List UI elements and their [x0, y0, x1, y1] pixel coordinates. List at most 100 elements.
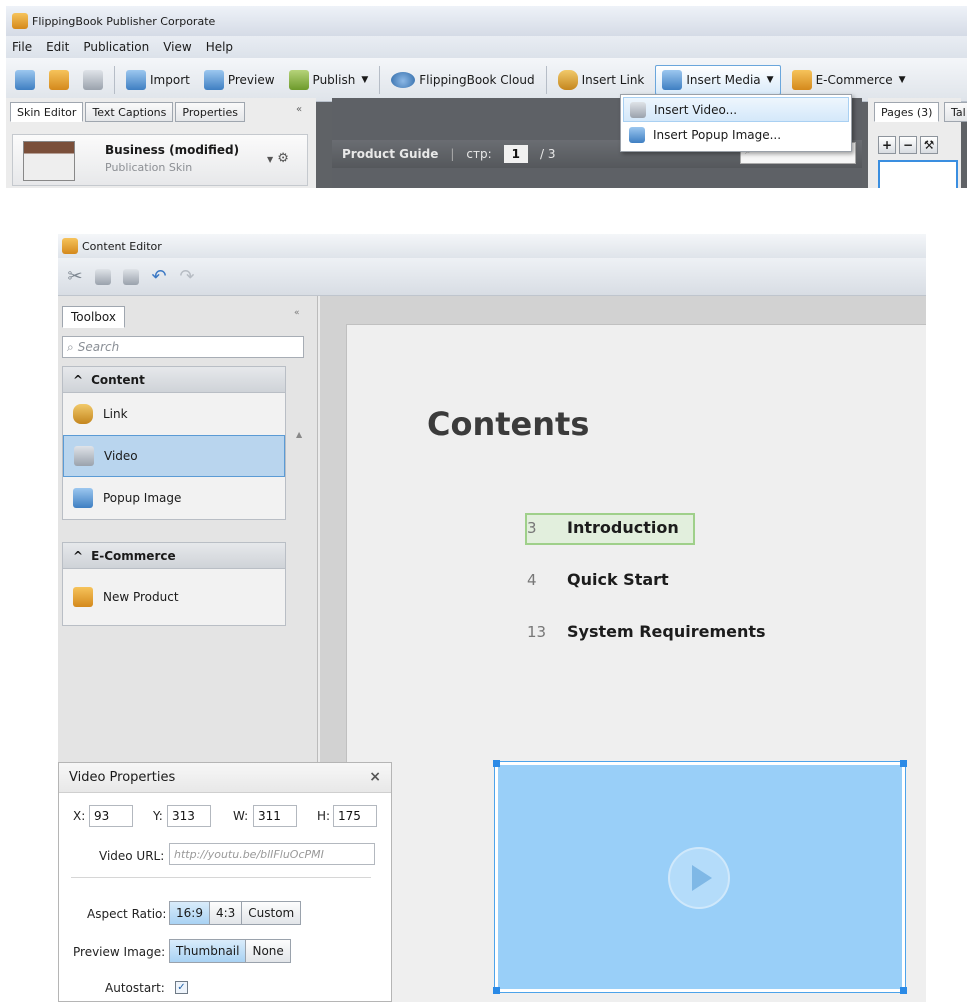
toolbox-item-link[interactable]: Link	[63, 393, 285, 435]
collapse-toolbox-icon[interactable]: «	[294, 308, 300, 318]
tab-table-of-contents[interactable]: Tal	[944, 102, 967, 122]
publisher-menubar: File Edit Publication View Help	[6, 36, 967, 58]
tab-toolbox[interactable]: Toolbox	[62, 306, 125, 328]
skin-settings-gear-icon[interactable]: ▼ ⚙	[267, 151, 289, 166]
menu-publication[interactable]: Publication	[83, 40, 149, 54]
preview-button[interactable]: Preview	[201, 65, 278, 95]
skin-subtitle: Publication Skin	[105, 161, 193, 174]
redo-icon[interactable]: ↷	[176, 266, 198, 288]
insert-popup-image-label: Insert Popup Image...	[653, 127, 782, 142]
flippingbook-cloud-button[interactable]: FlippingBook Cloud	[388, 65, 537, 95]
x-label: X:	[73, 809, 86, 823]
publisher-window: FlippingBook Publisher Corporate File Ed…	[6, 6, 967, 188]
tab-skin-editor[interactable]: Skin Editor	[10, 102, 84, 122]
y-field[interactable]: 313	[167, 805, 211, 827]
chain-link-icon	[73, 404, 93, 424]
scroll-up-arrow-icon[interactable]: ▲	[296, 430, 302, 439]
resize-handle[interactable]	[900, 987, 907, 994]
toc-title: Introduction	[567, 518, 679, 537]
remove-page-button[interactable]: −	[899, 136, 917, 154]
aspect-4-3-button[interactable]: 4:3	[209, 902, 243, 924]
video-clapper-icon	[74, 446, 94, 466]
nav-divider: |	[450, 147, 455, 161]
page-thumbnail[interactable]	[878, 160, 958, 188]
insert-link-label: Insert Link	[581, 72, 645, 87]
preview-thumbnail-button[interactable]: Thumbnail	[170, 940, 247, 962]
toc-entry: 3 Introduction	[527, 518, 679, 537]
h-label: H:	[317, 809, 331, 823]
ecommerce-button[interactable]: E-Commerce ▼	[789, 65, 909, 95]
play-icon	[668, 847, 730, 909]
section-header-content[interactable]: ^ Content	[63, 367, 285, 393]
toolbox-item-label: Popup Image	[103, 491, 182, 505]
preview-image-selector: Thumbnail None	[169, 939, 291, 963]
editor-canvas: Contents 3 Introduction 4 Quick Start 13…	[320, 296, 926, 1002]
y-label: Y:	[153, 809, 163, 823]
copy-icon[interactable]	[92, 266, 114, 288]
insert-media-label: Insert Media	[686, 72, 761, 87]
chain-link-icon	[557, 69, 578, 90]
collapse-caret-icon: ^	[73, 372, 84, 387]
resize-handle[interactable]	[493, 987, 500, 994]
aspect-16-9-button[interactable]: 16:9	[170, 902, 210, 924]
menu-file[interactable]: File	[12, 40, 32, 54]
tab-text-captions[interactable]: Text Captions	[85, 102, 174, 122]
skin-selector[interactable]: Business (modified) Publication Skin ▼ ⚙	[12, 134, 308, 186]
open-folder-icon	[49, 69, 69, 90]
collapse-panel-icon[interactable]: «	[296, 104, 302, 115]
toolbox-section-content: ^ Content Link Video Popup Image	[62, 366, 286, 520]
h-field[interactable]: 175	[333, 805, 377, 827]
video-placeholder[interactable]	[493, 760, 907, 994]
cut-icon[interactable]: ✂	[64, 266, 86, 288]
app-logo-icon	[12, 13, 28, 29]
undo-icon[interactable]: ↶	[148, 266, 170, 288]
menu-edit[interactable]: Edit	[46, 40, 69, 54]
tab-pages[interactable]: Pages (3)	[874, 102, 940, 122]
video-url-field[interactable]: http://youtu.be/blIFluOcPMI	[169, 843, 375, 865]
menu-view[interactable]: View	[163, 40, 191, 54]
menu-item-insert-popup-image[interactable]: Insert Popup Image...	[623, 122, 849, 147]
section-header-ecommerce[interactable]: ^ E-Commerce	[63, 543, 285, 569]
publish-caret-icon: ▼	[361, 74, 369, 85]
menu-help[interactable]: Help	[206, 40, 233, 54]
save-project-button[interactable]	[80, 65, 106, 95]
toolbox-item-new-product[interactable]: New Product	[63, 569, 285, 625]
publish-button[interactable]: Publish ▼	[286, 65, 372, 95]
add-page-button[interactable]: +	[878, 136, 896, 154]
wrench-icon[interactable]: ⚒	[920, 136, 938, 154]
toolbox-item-label: New Product	[103, 590, 179, 604]
w-field[interactable]: 311	[253, 805, 297, 827]
paste-glyph	[123, 268, 139, 285]
aspect-custom-button[interactable]: Custom	[242, 902, 301, 924]
insert-link-button[interactable]: Insert Link	[555, 65, 648, 95]
preview-icon	[203, 69, 224, 90]
insert-media-button[interactable]: Insert Media ▼	[655, 64, 781, 95]
collapse-caret-icon: ^	[73, 548, 84, 563]
close-icon[interactable]: ×	[369, 769, 381, 785]
toc-entry: 13 System Requirements	[527, 622, 766, 641]
import-button[interactable]: Import	[123, 65, 193, 95]
page-number-input[interactable]: 1	[503, 145, 529, 163]
cloud-icon	[391, 71, 416, 88]
menu-item-insert-video[interactable]: Insert Video...	[623, 97, 849, 122]
resize-handle[interactable]	[900, 760, 907, 767]
preview-none-button[interactable]: None	[246, 940, 290, 962]
open-project-button[interactable]	[46, 65, 72, 95]
pages-tools: + − ⚒	[878, 136, 938, 154]
toc-page-number: 13	[527, 622, 547, 641]
autostart-checkbox[interactable]: ✓	[175, 981, 188, 994]
toolbox-item-popup-image[interactable]: Popup Image	[63, 477, 285, 519]
paste-icon[interactable]	[120, 266, 142, 288]
toc-page-number: 4	[527, 570, 537, 589]
insert-video-label: Insert Video...	[654, 102, 738, 117]
toolbox-search-input[interactable]: ⌕ Search	[62, 336, 304, 358]
import-icon	[126, 69, 146, 90]
tab-properties[interactable]: Properties	[175, 102, 245, 122]
toolbox-item-label: Video	[104, 449, 138, 463]
resize-handle[interactable]	[493, 760, 500, 767]
toolbar-divider	[545, 65, 547, 94]
x-field[interactable]: 93	[89, 805, 133, 827]
publish-icon	[288, 69, 309, 90]
new-project-button[interactable]	[12, 65, 38, 95]
toolbox-item-video[interactable]: Video	[63, 435, 285, 477]
